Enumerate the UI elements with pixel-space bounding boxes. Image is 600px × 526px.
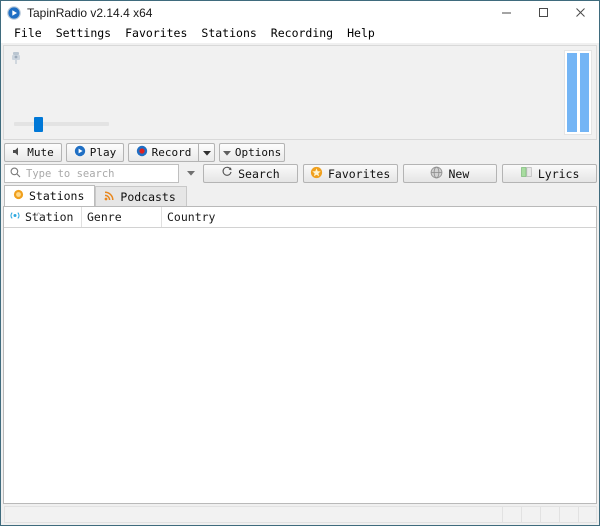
options-button-label: Options bbox=[235, 146, 281, 159]
record-button-label: Record bbox=[152, 146, 192, 159]
speaker-icon bbox=[12, 146, 23, 160]
lyrics-button-label: Lyrics bbox=[538, 167, 580, 181]
search-button-label: Search bbox=[238, 167, 280, 181]
vu-meter-group bbox=[564, 50, 592, 135]
tab-stations[interactable]: Stations bbox=[4, 185, 95, 206]
options-button[interactable]: Options bbox=[219, 143, 285, 162]
station-orb-icon bbox=[13, 189, 24, 203]
play-button[interactable]: Play bbox=[66, 143, 124, 162]
maximize-button[interactable] bbox=[525, 1, 562, 24]
player-panel-wrapper bbox=[1, 43, 599, 140]
stations-table: Station Genre Country bbox=[3, 206, 597, 504]
play-circle-icon bbox=[6, 5, 22, 21]
window-title: TapinRadio v2.14.4 x64 bbox=[27, 6, 488, 20]
transport-toolbar: Mute Play Record bbox=[1, 140, 599, 163]
table-header-row: Station Genre Country bbox=[4, 207, 596, 228]
star-icon bbox=[310, 166, 323, 182]
column-header-genre-label: Genre bbox=[87, 210, 122, 224]
record-button[interactable]: Record bbox=[128, 143, 198, 162]
volume-slider-track bbox=[14, 122, 109, 126]
search-toolbar: Type to search Search Favorites bbox=[1, 163, 599, 185]
menu-item-recording[interactable]: Recording bbox=[264, 24, 340, 43]
title-bar: TapinRadio v2.14.4 x64 bbox=[1, 1, 599, 24]
lyrics-note-icon bbox=[520, 166, 533, 181]
tapinradio-window: TapinRadio v2.14.4 x64 File Settings Fav… bbox=[0, 0, 600, 526]
lyrics-button[interactable]: Lyrics bbox=[502, 164, 597, 183]
menu-item-favorites[interactable]: Favorites bbox=[118, 24, 194, 43]
status-panel-4 bbox=[559, 506, 578, 523]
record-button-group: Record bbox=[128, 143, 215, 162]
column-header-country-label: Country bbox=[167, 210, 215, 224]
vu-meter-left bbox=[567, 53, 577, 132]
status-bar bbox=[1, 504, 599, 525]
column-header-station[interactable]: Station bbox=[4, 207, 82, 227]
record-dropdown-button[interactable] bbox=[198, 143, 215, 162]
menu-item-file[interactable]: File bbox=[7, 24, 49, 43]
status-message bbox=[4, 506, 502, 523]
search-refresh-icon bbox=[221, 166, 233, 181]
new-button-label: New bbox=[448, 167, 469, 181]
sort-ascending-icon bbox=[34, 206, 43, 211]
search-input-wrapper[interactable]: Type to search bbox=[4, 164, 179, 183]
window-controls bbox=[488, 1, 599, 24]
player-panel bbox=[3, 45, 597, 140]
minimize-button[interactable] bbox=[488, 1, 525, 24]
favorites-button[interactable]: Favorites bbox=[303, 164, 398, 183]
column-header-station-label: Station bbox=[25, 210, 73, 224]
tab-podcasts-label: Podcasts bbox=[120, 190, 175, 204]
tab-podcasts[interactable]: Podcasts bbox=[95, 186, 186, 206]
search-history-dropdown[interactable] bbox=[184, 171, 198, 176]
status-panel-1 bbox=[502, 506, 521, 523]
table-body[interactable] bbox=[4, 228, 596, 503]
search-input[interactable]: Type to search bbox=[26, 168, 176, 180]
volume-slider-thumb[interactable] bbox=[34, 117, 43, 132]
menu-item-stations[interactable]: Stations bbox=[194, 24, 263, 43]
tab-stations-label: Stations bbox=[29, 189, 84, 203]
mute-button[interactable]: Mute bbox=[4, 143, 62, 162]
chevron-down-icon bbox=[203, 146, 211, 159]
rss-icon bbox=[104, 190, 115, 204]
status-panel-2 bbox=[521, 506, 540, 523]
play-circle-icon bbox=[74, 145, 86, 160]
status-panel-3 bbox=[540, 506, 559, 523]
mute-button-label: Mute bbox=[27, 146, 54, 159]
chevron-down-icon bbox=[223, 146, 231, 159]
column-header-country[interactable]: Country bbox=[162, 207, 596, 227]
column-header-genre[interactable]: Genre bbox=[82, 207, 162, 227]
status-panel-5 bbox=[578, 506, 597, 523]
menu-item-help[interactable]: Help bbox=[340, 24, 382, 43]
broadcast-icon bbox=[9, 210, 21, 224]
menu-item-settings[interactable]: Settings bbox=[49, 24, 118, 43]
volume-slider[interactable] bbox=[14, 117, 109, 131]
tab-strip: Stations Podcasts bbox=[1, 185, 599, 206]
play-button-label: Play bbox=[90, 146, 117, 159]
close-button[interactable] bbox=[562, 1, 599, 24]
search-icon bbox=[10, 167, 21, 181]
globe-icon bbox=[430, 166, 443, 182]
menu-bar: File Settings Favorites Stations Recordi… bbox=[1, 24, 599, 43]
search-button[interactable]: Search bbox=[203, 164, 298, 183]
record-dot-icon bbox=[136, 145, 148, 160]
favorites-button-label: Favorites bbox=[328, 167, 390, 181]
vu-meter-right bbox=[580, 53, 590, 132]
new-button[interactable]: New bbox=[403, 164, 498, 183]
pin-icon[interactable] bbox=[9, 50, 23, 66]
